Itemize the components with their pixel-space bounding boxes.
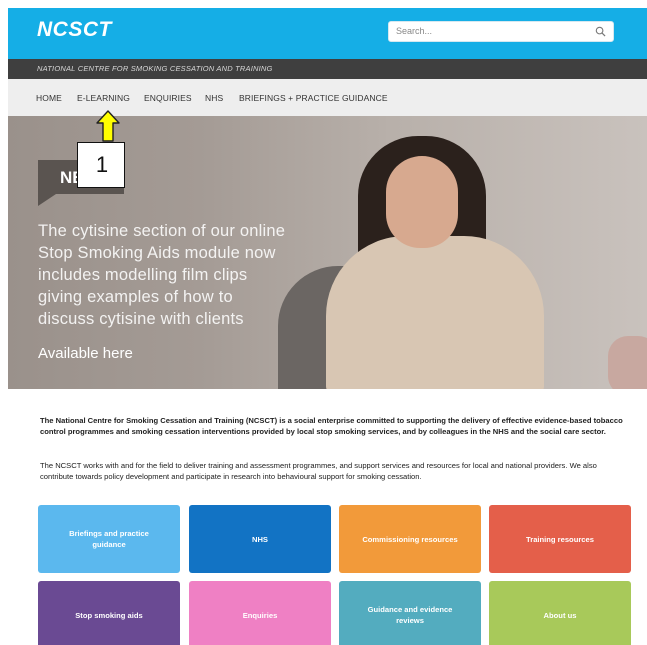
tile-label: NHS	[251, 534, 269, 544]
tile-label: Training resources	[526, 534, 594, 544]
nav-item-briefings[interactable]: BRIEFINGS + PRACTICE GUIDANCE	[239, 93, 388, 103]
nav-item-enquiries[interactable]: ENQUIRIES	[144, 93, 192, 103]
intro-paragraph-2: The NCSCT works with and for the field t…	[40, 461, 597, 481]
hero-text-line: discuss cytisine with clients	[38, 310, 244, 328]
nav-item-home[interactable]: HOME	[36, 93, 62, 103]
tile-about-us[interactable]: About us	[489, 581, 631, 645]
intro-paragraph-1: The National Centre for Smoking Cessatio…	[40, 416, 623, 436]
search-placeholder: Search...	[396, 26, 433, 36]
hero-person-body	[326, 236, 544, 389]
page: NCSCT Search... NATIONAL CENTRE FOR SMOK…	[8, 8, 647, 645]
tile-label: About us	[543, 610, 577, 620]
tagline-bar: NATIONAL CENTRE FOR SMOKING CESSATION AN…	[8, 59, 647, 79]
hero-person-face	[386, 156, 458, 248]
hero-edge-figure	[608, 336, 647, 389]
tile-stop-smoking-aids[interactable]: Stop smoking aids	[38, 581, 180, 645]
site-tagline: NATIONAL CENTRE FOR SMOKING CESSATION AN…	[37, 64, 273, 73]
tile-commissioning[interactable]: Commissioning resources	[339, 505, 481, 573]
tile-label: Guidance and evidence reviews	[367, 605, 453, 625]
hero-text-line: giving examples of how to	[38, 288, 233, 306]
callout-number: 1	[95, 152, 109, 177]
tile-training[interactable]: Training resources	[489, 505, 631, 573]
hero-text-line: Stop Smoking Aids module now	[38, 244, 276, 262]
search-input[interactable]: Search...	[388, 21, 614, 42]
hero-text-line: includes modelling film clips	[38, 266, 248, 284]
tile-guidance[interactable]: Guidance and evidence reviews	[339, 581, 481, 645]
nav-item-e-learning[interactable]: E-LEARNING	[77, 93, 130, 103]
hero-text-line: The cytisine section of our online	[38, 222, 286, 240]
tile-label: Briefings and practice guidance	[69, 529, 149, 549]
tile-label: Stop smoking aids	[75, 610, 143, 620]
callout-arrow-icon	[96, 110, 120, 142]
hero-cta-link[interactable]: Available here	[38, 345, 133, 362]
tile-label: Commissioning resources	[362, 534, 458, 544]
site-logo[interactable]: NCSCT	[37, 18, 112, 42]
header-bar: NCSCT Search...	[8, 8, 647, 59]
tile-briefings[interactable]: Briefings and practice guidance	[38, 505, 180, 573]
tile-nhs[interactable]: NHS	[189, 505, 331, 573]
callout-number-box: 1	[77, 142, 125, 188]
nav-item-nhs[interactable]: NHS	[205, 93, 223, 103]
tile-enquiries[interactable]: Enquiries	[189, 581, 331, 645]
tile-label: Enquiries	[242, 610, 278, 620]
search-icon[interactable]	[595, 26, 606, 37]
